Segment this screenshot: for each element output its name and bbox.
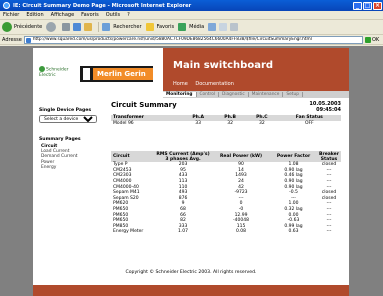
tab-control[interactable]: Control xyxy=(197,92,220,97)
merlin-gerin-text: Merlin Gerin xyxy=(93,68,153,80)
schneider-mark-icon xyxy=(39,66,45,72)
device-select[interactable]: Select a device xyxy=(39,115,97,123)
footer: Copyright © Schneider Electric 2003. All… xyxy=(125,270,257,275)
col-power-factor: Power Factor xyxy=(276,154,311,159)
forward-arrow-icon xyxy=(46,22,57,32)
circuit-header-row: Circuit RMS Current (Amp's) 3 phases Avg… xyxy=(111,151,341,162)
menu-edit[interactable]: Edition xyxy=(26,12,43,18)
tab-diagnostic[interactable]: Diagnostic xyxy=(219,92,249,97)
tab-bar: Monitoring Control Diagnostic Maintenanc… xyxy=(163,91,349,98)
menu-bar: Fichier Edition Affichage Favoris Outils… xyxy=(0,11,383,20)
menu-tools[interactable]: Outils xyxy=(106,12,120,18)
col-rms-current: RMS Current (Amp's) 3 phases Avg. xyxy=(156,151,210,162)
title-area: Main switchboard Home Documentation xyxy=(163,48,349,91)
top-links: Home Documentation xyxy=(173,81,240,87)
col-circuit: Circuit xyxy=(113,154,130,159)
logo-tag-icon xyxy=(83,68,90,80)
col-breaker-status: Breaker Status xyxy=(319,151,339,162)
summary-time: 09:45:04 xyxy=(316,107,341,113)
search-label: Rechercher xyxy=(113,24,142,30)
go-arrow-icon xyxy=(365,36,371,43)
cell-phc: 32 xyxy=(258,120,265,126)
refresh-icon[interactable] xyxy=(73,23,82,31)
back-label: Précédente xyxy=(14,24,43,30)
address-input[interactable]: http://www.squared.com/us/products/power… xyxy=(23,35,363,44)
tab-maintenance[interactable]: Maintenance xyxy=(249,92,284,97)
menu-view[interactable]: Affichage xyxy=(51,12,75,18)
page-title: Main switchboard xyxy=(173,60,274,71)
sidebar: Single Device Pages Select a device Summ… xyxy=(39,108,99,170)
search-button[interactable]: Rechercher xyxy=(102,23,142,31)
device-pages-heading: Single Device Pages xyxy=(39,108,92,113)
col-real-power: Real Power (kW) xyxy=(219,154,263,159)
cell-fan-status: OFF xyxy=(304,120,314,126)
schneider-logo: Schneider Electric xyxy=(39,66,77,82)
page-viewport: Schneider Electric Merlin Gerin Main swi… xyxy=(0,46,383,296)
home-icon[interactable] xyxy=(84,23,93,31)
forward-button[interactable] xyxy=(46,22,58,32)
favorites-button[interactable]: Favoris xyxy=(145,23,175,31)
favorites-label: Favoris xyxy=(156,24,175,30)
go-label: OK xyxy=(372,36,380,43)
star-icon xyxy=(145,23,154,31)
table-cell: 1.07 xyxy=(178,229,189,235)
browser-window: IE: Circuit Summary Demo Page - Microsof… xyxy=(0,0,383,296)
minimize-button[interactable]: _ xyxy=(353,1,362,10)
date-time: 10.05.2003 09:45:04 xyxy=(309,101,341,113)
history-icon[interactable] xyxy=(208,23,217,31)
menu-favorites[interactable]: Favoris xyxy=(81,12,99,18)
ie-logo-icon xyxy=(3,2,10,9)
table-cell: Energy Meter xyxy=(113,229,144,235)
cell-transformer: Model 96 xyxy=(113,120,134,126)
cell-phb: 32 xyxy=(227,120,233,126)
back-button[interactable]: Précédente xyxy=(2,22,42,32)
logo-text-2: Electric xyxy=(39,72,56,78)
stop-icon[interactable] xyxy=(62,23,71,31)
summary-title: Circuit Summary xyxy=(111,101,177,109)
menu-help[interactable]: ? xyxy=(127,12,130,18)
home-link[interactable]: Home xyxy=(173,81,188,87)
mail-icon[interactable] xyxy=(219,23,228,31)
title-bar: IE: Circuit Summary Demo Page - Microsof… xyxy=(0,0,383,11)
summary-pages-heading: Summary Pages xyxy=(39,137,81,142)
window-title: IE: Circuit Summary Demo Page - Microsof… xyxy=(13,2,192,9)
menu-file[interactable]: Fichier xyxy=(3,12,19,18)
go-button[interactable]: OK xyxy=(365,36,381,44)
transformer-table: Transformer Ph.A Ph.B Ph.C Fan Status Mo… xyxy=(111,115,341,126)
table-cell: --- xyxy=(326,229,332,235)
search-icon xyxy=(102,23,111,31)
close-button[interactable]: × xyxy=(373,1,382,10)
web-page: Schneider Electric Merlin Gerin Main swi… xyxy=(33,48,349,296)
media-icon xyxy=(178,23,187,31)
maximize-button[interactable]: □ xyxy=(363,1,372,10)
banner: Schneider Electric Merlin Gerin Main swi… xyxy=(33,48,349,91)
cell-pha: 33 xyxy=(195,120,202,126)
table-cell: 0.63 xyxy=(288,229,299,235)
footer-strip xyxy=(33,285,349,296)
address-bar: Adresse http://www.squared.com/us/produc… xyxy=(0,35,383,45)
tab-monitoring[interactable]: Monitoring xyxy=(163,92,197,97)
table-row: Energy Meter 1.07 0.08 0.63 --- xyxy=(111,229,341,235)
tab-setup[interactable]: Setup xyxy=(283,92,303,97)
table-row: Model 96 33 32 32 OFF xyxy=(111,121,341,127)
merlin-gerin-logo: Merlin Gerin xyxy=(80,66,153,82)
media-button[interactable]: Média xyxy=(178,23,204,31)
address-label: Adresse xyxy=(2,36,22,43)
toolbar-separator xyxy=(98,22,100,32)
print-icon[interactable] xyxy=(230,23,239,31)
table-cell: 0.08 xyxy=(236,229,247,235)
documentation-link[interactable]: Documentation xyxy=(195,81,234,87)
media-label: Média xyxy=(189,24,205,30)
back-arrow-icon xyxy=(2,22,12,32)
toolbar: Précédente Rechercher Favoris Média xyxy=(0,20,383,35)
sidebar-item-energy[interactable]: Energy xyxy=(39,165,99,170)
circuit-table: Circuit RMS Current (Amp's) 3 phases Avg… xyxy=(111,151,341,235)
